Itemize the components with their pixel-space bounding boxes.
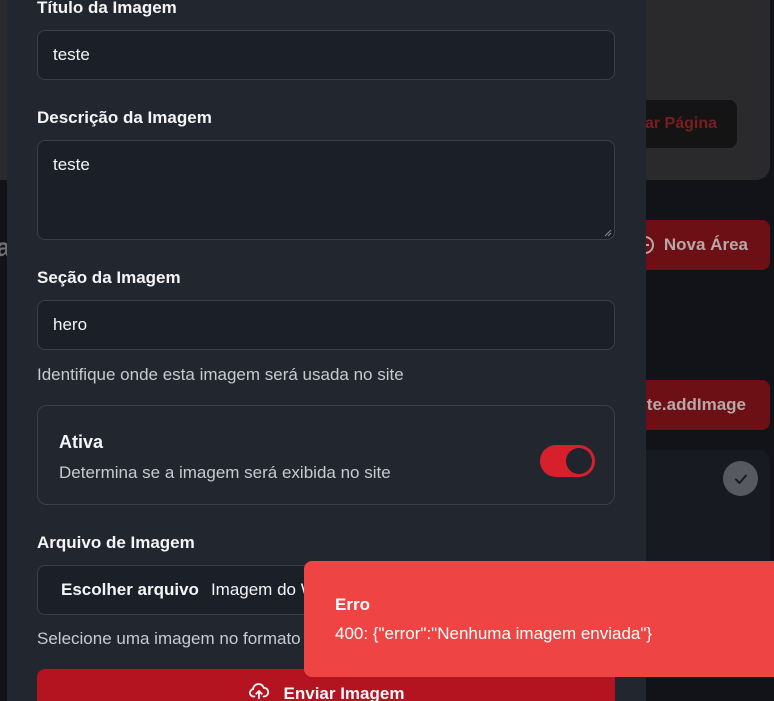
- toggle-knob: [566, 448, 592, 474]
- choose-file-button[interactable]: Escolher arquivo: [61, 580, 199, 600]
- section-input[interactable]: hero: [37, 300, 615, 350]
- toast-title: Erro: [335, 595, 370, 614]
- active-setting-card: Ativa Determina se a imagem será exibida…: [37, 405, 615, 505]
- active-setting-title: Ativa: [59, 432, 104, 452]
- file-helper-text: Selecione uma imagem no formato: [37, 629, 301, 648]
- section-input-value: hero: [53, 315, 88, 334]
- selected-file-name: Imagem do W: [210, 580, 317, 599]
- description-textarea-value: teste: [53, 155, 90, 174]
- submit-button-label: Enviar Imagem: [283, 684, 405, 701]
- title-input[interactable]: teste: [37, 30, 615, 80]
- new-area-label: Nova Área: [663, 235, 748, 254]
- add-image-label: ite.addImage: [642, 395, 746, 414]
- title-input-value: teste: [53, 45, 90, 64]
- check-icon[interactable]: [723, 461, 758, 496]
- section-field-label: Seção da Imagem: [37, 268, 181, 287]
- resize-handle-icon[interactable]: [604, 229, 612, 237]
- title-field-label: Título da Imagem: [37, 0, 177, 17]
- file-field-label: Arquivo de Imagem: [37, 533, 195, 552]
- toast-message: 400: {"error":"Nenhuma imagem enviada"}: [335, 624, 653, 643]
- upload-cloud-icon: [248, 683, 269, 700]
- background-page-button-label: ar Página: [644, 115, 717, 132]
- section-helper-text: Identifique onde esta imagem será usada …: [37, 365, 404, 384]
- description-field-label: Descrição da Imagem: [37, 108, 212, 127]
- description-textarea[interactable]: teste: [37, 140, 615, 240]
- active-setting-description: Determina se a imagem será exibida no si…: [59, 463, 391, 482]
- error-toast[interactable]: Erro 400: {"error":"Nenhuma imagem envia…: [304, 561, 774, 677]
- active-toggle-switch[interactable]: [540, 445, 595, 477]
